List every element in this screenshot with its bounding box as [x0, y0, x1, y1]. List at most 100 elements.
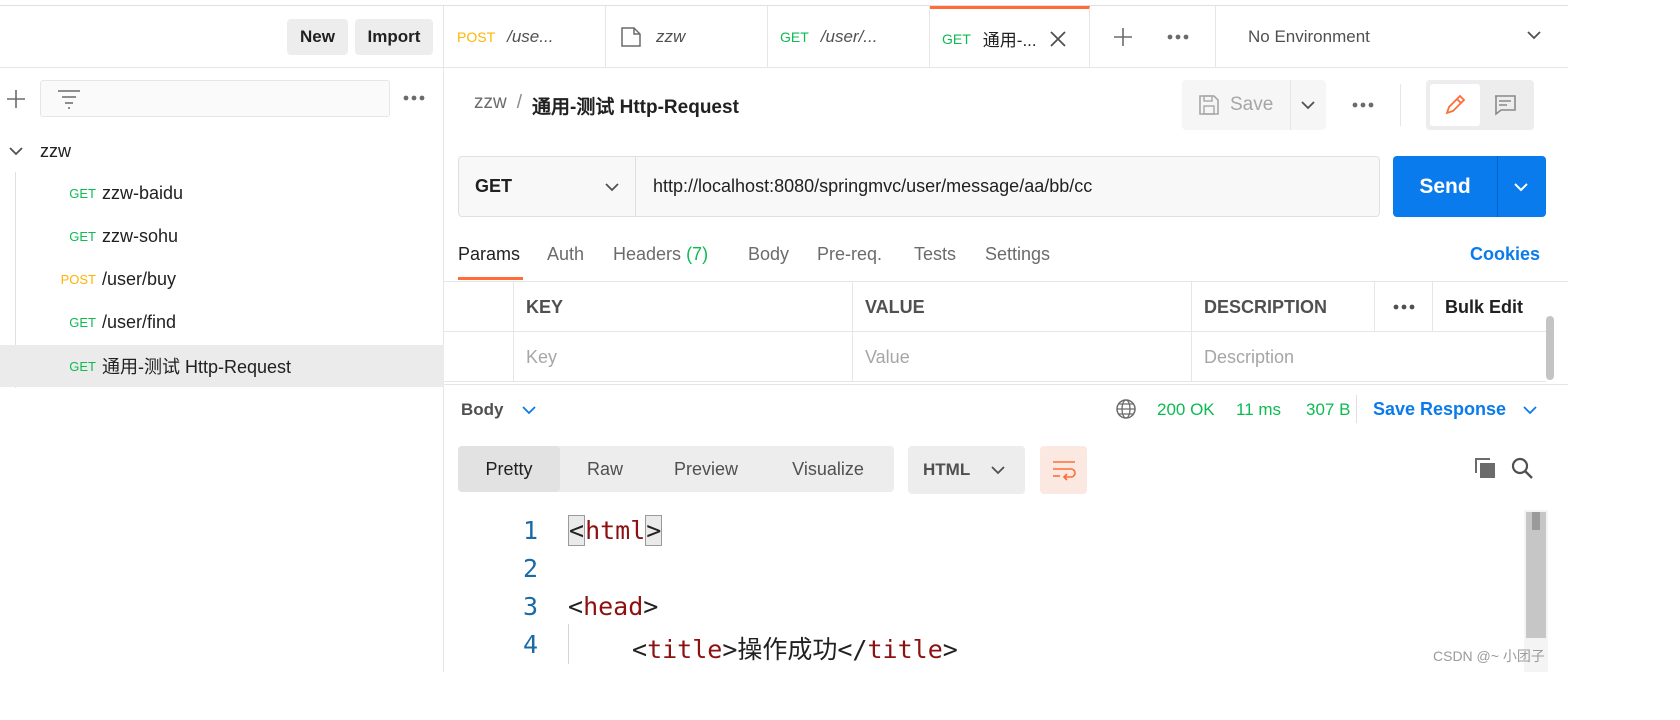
- collection-zzw[interactable]: zzw: [0, 130, 444, 172]
- request-more-icon[interactable]: [1351, 101, 1375, 109]
- editor-scrollbar-thumb[interactable]: [1526, 512, 1546, 638]
- language-value: HTML: [923, 460, 971, 479]
- request-item[interactable]: POST /user/buy: [0, 258, 444, 300]
- cookies-link[interactable]: Cookies: [1470, 244, 1540, 265]
- divider: [1497, 156, 1498, 217]
- response-section-label[interactable]: Body: [461, 400, 504, 420]
- tab-params[interactable]: Params: [458, 244, 520, 265]
- tabs-more-icon[interactable]: [1166, 33, 1190, 41]
- url-input[interactable]: http://localhost:8080/springmvc/user/mes…: [653, 176, 1092, 197]
- response-body-editor[interactable]: 1 <html> 2 3 <head> 4 <title>操作成功</title…: [444, 506, 1524, 672]
- tab-title: 通用-...: [982, 31, 1037, 50]
- view-visualize[interactable]: Visualize: [762, 446, 894, 492]
- tab-auth[interactable]: Auth: [547, 244, 584, 265]
- tab-headers[interactable]: Headers (7): [613, 244, 708, 265]
- language-select[interactable]: HTML: [908, 446, 1025, 494]
- url-bar: GET http://localhost:8080/springmvc/user…: [458, 156, 1380, 217]
- new-tab-icon[interactable]: [1112, 26, 1134, 48]
- active-tab-indicator: [458, 277, 523, 280]
- request-name: zzw-sohu: [102, 225, 179, 246]
- response-view-tabs: Pretty Raw Preview Visualize: [458, 446, 894, 492]
- comment-icon: [1493, 94, 1517, 116]
- column-description: DESCRIPTION: [1191, 282, 1374, 332]
- divider: [1290, 80, 1291, 130]
- import-button[interactable]: Import: [355, 19, 433, 55]
- code-line: <title>操作成功</title>: [632, 635, 958, 664]
- save-button[interactable]: Save: [1182, 80, 1290, 130]
- method-badge: GET: [69, 228, 96, 244]
- pencil-icon: [1443, 93, 1467, 117]
- request-item[interactable]: GET zzw-baidu: [0, 172, 444, 214]
- response-size[interactable]: 307 B: [1306, 400, 1350, 420]
- wrap-lines-button[interactable]: [1040, 446, 1087, 494]
- breadcrumb-request[interactable]: 通用-测试 Http-Request: [532, 92, 739, 119]
- tab-prereq[interactable]: Pre-req.: [817, 244, 882, 265]
- tab-title: zzw: [656, 27, 686, 46]
- save-response-button[interactable]: Save Response: [1373, 399, 1506, 420]
- chevron-down-icon[interactable]: [521, 405, 537, 415]
- indent-guide: [568, 624, 569, 664]
- chevron-down-icon[interactable]: [1300, 100, 1316, 110]
- tab-method: POST: [457, 29, 496, 45]
- edit-mode-button[interactable]: [1430, 84, 1480, 126]
- environment-selector[interactable]: No Environment: [1216, 6, 1568, 68]
- send-options-icon[interactable]: [1513, 182, 1529, 192]
- method-value: GET: [475, 176, 513, 196]
- new-button[interactable]: New: [287, 19, 348, 55]
- comments-button[interactable]: [1480, 84, 1530, 126]
- code-line: <head>: [568, 592, 659, 621]
- chevron-down-icon: [990, 465, 1006, 475]
- tab-get-user[interactable]: GET /user/...: [768, 6, 930, 68]
- column-options[interactable]: [1374, 282, 1432, 332]
- globe-icon[interactable]: [1115, 398, 1137, 420]
- divider: [1356, 395, 1357, 423]
- copy-icon[interactable]: [1473, 456, 1497, 480]
- request-name: /user/find: [102, 311, 177, 332]
- mode-toggle: [1426, 80, 1534, 130]
- collection-name: zzw: [40, 140, 71, 161]
- wrap-icon: [1051, 459, 1077, 481]
- tab-method: GET: [780, 29, 809, 45]
- tab-post-user[interactable]: POST /use...: [444, 6, 606, 68]
- tab-active-request[interactable]: GET 通用-...: [930, 6, 1090, 68]
- tab-zzw[interactable]: zzw: [606, 6, 768, 68]
- tab-settings[interactable]: Settings: [985, 244, 1050, 265]
- request-tabs-bar: POST /use... zzw GET /user/... GET 通用-..…: [444, 6, 1568, 68]
- params-scrollbar[interactable]: [1546, 316, 1554, 380]
- view-raw[interactable]: Raw: [560, 446, 650, 492]
- key-input[interactable]: Key: [513, 332, 852, 382]
- filter-input[interactable]: [40, 80, 390, 117]
- tab-title: /use...: [507, 27, 554, 46]
- value-input[interactable]: Value: [852, 332, 1191, 382]
- bulk-edit-button[interactable]: Bulk Edit: [1432, 282, 1546, 332]
- send-button-group: Send: [1393, 156, 1546, 217]
- collection-icon: [620, 26, 642, 48]
- chevron-down-icon[interactable]: [1522, 405, 1538, 415]
- view-preview[interactable]: Preview: [650, 446, 762, 492]
- line-number: 3: [522, 592, 538, 621]
- method-select[interactable]: GET: [459, 157, 636, 216]
- request-item[interactable]: GET /user/find: [0, 301, 444, 343]
- chevron-down-icon[interactable]: [8, 146, 24, 156]
- breadcrumb-collection[interactable]: zzw: [474, 92, 507, 119]
- request-item-selected[interactable]: GET 通用-测试 Http-Request: [0, 345, 444, 387]
- divider: [1400, 84, 1401, 126]
- save-icon: [1198, 94, 1220, 116]
- description-input[interactable]: Description: [1191, 332, 1546, 382]
- view-pretty[interactable]: Pretty: [458, 446, 560, 492]
- status-code[interactable]: 200 OK: [1157, 400, 1215, 420]
- close-icon[interactable]: [1049, 30, 1067, 48]
- column-value: VALUE: [852, 282, 1191, 332]
- more-icon[interactable]: [402, 94, 426, 102]
- plus-icon[interactable]: [5, 88, 27, 110]
- tab-tests[interactable]: Tests: [914, 244, 956, 265]
- sidebar-header: New Import: [0, 6, 444, 68]
- tab-title: /user/...: [820, 27, 878, 46]
- response-time[interactable]: 11 ms: [1236, 400, 1281, 420]
- send-button[interactable]: Send: [1393, 156, 1497, 217]
- request-item[interactable]: GET zzw-sohu: [0, 215, 444, 257]
- tab-body[interactable]: Body: [748, 244, 789, 265]
- params-table: KEY VALUE DESCRIPTION Bulk Edit Key Valu…: [444, 282, 1546, 383]
- request-name: /user/buy: [102, 268, 177, 289]
- search-icon[interactable]: [1510, 456, 1534, 480]
